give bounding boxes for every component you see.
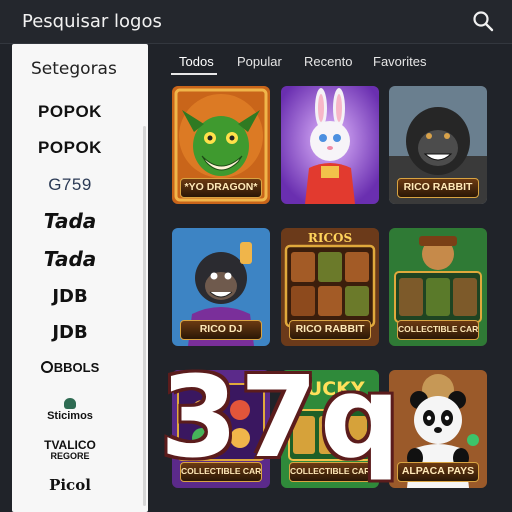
brand-logo-bbols[interactable]: BBOLS	[12, 360, 128, 375]
game-title: ALPACA PAYS	[397, 462, 479, 482]
page-title: Pesquisar logos	[22, 11, 162, 32]
brand-logo-jdb[interactable]: JDB	[12, 322, 128, 343]
top-bar: Pesquisar logos	[0, 0, 512, 44]
brand-logo-g759[interactable]: G759	[12, 175, 128, 195]
game-card-pirate-slot[interactable]: COLLECTIBLE CARDS	[389, 228, 487, 346]
game-title: *YO DRAGON*	[180, 178, 262, 198]
brand-logo-tada[interactable]: Tada	[12, 209, 128, 233]
brand-logo-sticimos[interactable]: Sticimos	[12, 398, 128, 422]
sidebar-scrollbar[interactable]	[143, 126, 146, 506]
game-title: RICO RABBIT	[289, 320, 371, 340]
game-card-rico-dj[interactable]: RICO DJ	[172, 228, 270, 346]
category-sidebar: Setegoras POPOK POPOK G759 Tada Tada JDB…	[12, 44, 148, 512]
brand-logo-tvalico[interactable]: TVALICO REGORE	[12, 439, 128, 461]
tab-recento[interactable]: Recento	[304, 54, 352, 69]
watermark-text: 37q	[160, 353, 403, 483]
brand-logo-popok[interactable]: POPOK	[12, 138, 128, 158]
tab-todos[interactable]: Todos	[179, 54, 214, 69]
game-card-panda[interactable]: ALPACA PAYS	[389, 370, 487, 488]
brand-logo-jdb[interactable]: JDB	[12, 286, 128, 307]
game-title: COLLECTIBLE CARDS	[397, 320, 479, 340]
game-title: RICO DJ	[180, 320, 262, 340]
sidebar-heading: Setegoras	[31, 59, 117, 79]
search-icon[interactable]	[472, 10, 494, 32]
brand-logo-tada[interactable]: Tada	[12, 247, 128, 271]
game-card-rabbit[interactable]	[281, 86, 379, 204]
game-card-ricos-slot[interactable]: RICOS RICO RABBIT	[281, 228, 379, 346]
tab-favorites[interactable]: Favorites	[373, 54, 426, 69]
game-title: RICO RABBIT	[397, 178, 479, 198]
game-card-yo-dragon[interactable]: *YO DRAGON*	[172, 86, 270, 204]
game-card-gorilla[interactable]: RICO RABBIT	[389, 86, 487, 204]
rabbit-artwork	[281, 86, 379, 204]
slot-logo-text: RICOS	[307, 231, 353, 245]
brand-logo-popok[interactable]: POPOK	[12, 102, 128, 122]
tab-popular[interactable]: Popular	[237, 54, 282, 69]
brand-logo-picol[interactable]: Picol	[12, 476, 128, 494]
active-tab-indicator	[171, 73, 217, 75]
